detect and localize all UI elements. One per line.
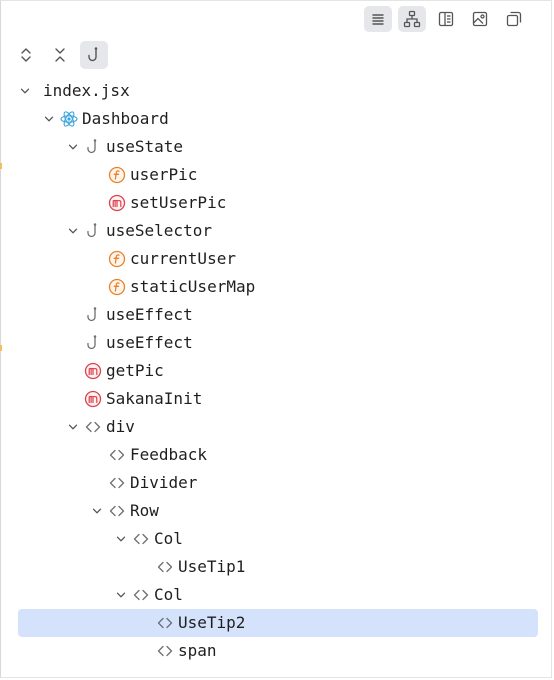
tree-node[interactable]: currentUser [0,245,554,273]
tag-icon [108,446,126,464]
chevron-down-icon[interactable] [18,84,32,98]
tag-icon [156,614,174,632]
tag-icon [132,530,150,548]
tree-node-label: Feedback [130,445,208,464]
show-hooks-toggle[interactable] [80,41,108,69]
expand-all-button[interactable] [12,41,40,69]
hook-icon [84,306,102,324]
tree-node[interactable]: useEffect [0,329,554,357]
tree-node[interactable]: staticUserMap [0,273,554,301]
tree-node[interactable]: useSelector [0,217,554,245]
tree-node-label: useEffect [106,333,193,352]
function-icon [108,166,126,184]
tag-icon [156,642,174,660]
method-icon [108,194,126,212]
tree-node-label: currentUser [130,249,236,268]
tree-node-label: userPic [130,165,198,184]
tree-node[interactable]: div [0,413,554,441]
tree-node[interactable]: setUserPic [0,189,554,217]
tag-icon [156,558,174,576]
chevron-down-icon[interactable] [114,588,128,602]
tree-node-label: span [178,641,217,660]
tree-node[interactable]: Col [0,525,554,553]
tree-node[interactable]: getPic [0,357,554,385]
show-members-button[interactable] [364,6,392,32]
chevron-down-icon[interactable] [90,504,104,518]
float-window-button[interactable] [500,6,528,32]
tag-icon [132,586,150,604]
hook-icon [88,47,98,62]
hook-icon [84,222,102,240]
panel-icon [438,11,454,27]
tree-node-label: staticUserMap [130,277,256,296]
tree-node-label: Col [154,585,183,604]
chevron-down-icon[interactable] [66,224,80,238]
tree-node-label: index.jsx [43,81,130,100]
tag-icon [108,474,126,492]
chevron-down-icon[interactable] [66,420,80,434]
tree-node-label: UseTip1 [178,557,246,576]
tag-icon [108,502,126,520]
tree-node[interactable]: Dashboard [0,105,554,133]
tree-node-label: useEffect [106,305,193,324]
tree-node-label: getPic [106,361,164,380]
tree-node[interactable]: SakanaInit [0,385,554,413]
chevron-down-icon[interactable] [114,532,128,546]
tree-node[interactable]: Divider [0,469,554,497]
tree-node[interactable]: Row [0,497,554,525]
view-options-toolbar [364,6,528,32]
copy-window-icon [506,11,522,27]
hook-icon [84,138,102,156]
tree-node-label: SakanaInit [106,389,203,408]
hierarchy-view-button[interactable] [398,6,426,32]
function-icon [108,250,126,268]
tree-toolbar [12,41,108,69]
tree-node-label: div [106,417,135,436]
collapse-all-icon [55,48,65,62]
tree-node[interactable]: UseTip2 [0,609,554,637]
react-icon [60,110,78,128]
tree-node[interactable]: span [0,637,554,665]
function-icon [108,278,126,296]
preview-panel-button[interactable] [432,6,460,32]
tree-node-label: useState [106,137,184,156]
hierarchy-icon [403,10,421,28]
selection-highlight [18,609,538,637]
tree-node-label: Row [130,501,159,520]
collapse-all-button[interactable] [46,41,74,69]
tag-icon [84,418,102,436]
tree-node-label: Col [154,529,183,548]
list-lines-icon [372,14,384,25]
tree-node-label: Dashboard [82,109,169,128]
tree-node[interactable]: userPic [0,161,554,189]
expand-all-icon [21,48,31,62]
tree-node-label: Divider [130,473,198,492]
tree-node[interactable]: Feedback [0,441,554,469]
tree-node-label: useSelector [106,221,212,240]
tree-node-label: UseTip2 [178,613,246,632]
method-icon [84,362,102,380]
hook-icon [84,334,102,352]
chevron-down-icon[interactable] [42,112,56,126]
chevron-down-icon[interactable] [66,140,80,154]
image-view-button[interactable] [466,6,494,32]
tree-node-label: setUserPic [130,193,227,212]
tree-node[interactable]: index.jsx [0,77,554,105]
image-icon [472,11,488,27]
tree-node[interactable]: UseTip1 [0,553,554,581]
method-icon [84,390,102,408]
tree-node[interactable]: useState [0,133,554,161]
tree-node[interactable]: useEffect [0,301,554,329]
tree-node[interactable]: Col [0,581,554,609]
